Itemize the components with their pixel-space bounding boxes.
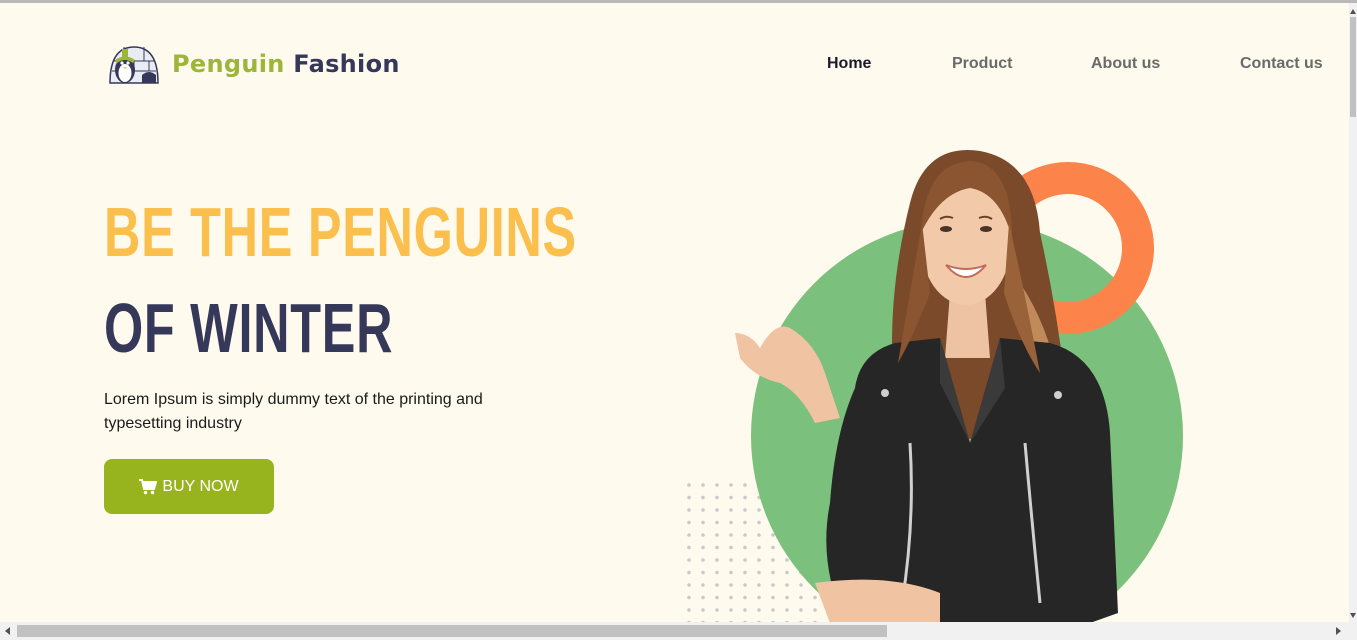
scroll-left-arrow-icon[interactable] bbox=[5, 627, 10, 635]
brand-name: Penguin Fashion bbox=[172, 50, 400, 78]
horizontal-scroll-thumb[interactable] bbox=[17, 625, 887, 637]
nav-home[interactable]: Home bbox=[827, 55, 871, 73]
scroll-down-arrow-icon[interactable] bbox=[1350, 613, 1356, 618]
hero-illustration bbox=[687, 150, 1183, 622]
brand-logo[interactable]: Penguin Fashion bbox=[104, 43, 400, 85]
scroll-right-arrow-icon[interactable] bbox=[1336, 627, 1341, 635]
nav-contact-us[interactable]: Contact us bbox=[1240, 55, 1323, 73]
vertical-scrollbar[interactable] bbox=[1349, 3, 1357, 622]
landing-page: Penguin Fashion Home Product About us Co… bbox=[0, 3, 1349, 622]
nav-product[interactable]: Product bbox=[952, 55, 1012, 73]
hero-description: Lorem Ipsum is simply dummy text of the … bbox=[104, 391, 483, 432]
brand-word-fashion: Fashion bbox=[293, 50, 400, 78]
nav-about-us[interactable]: About us bbox=[1091, 55, 1160, 73]
headline-line-2: OF WINTER bbox=[104, 289, 394, 367]
vertical-scroll-thumb[interactable] bbox=[1350, 17, 1356, 117]
brand-word-penguin: Penguin bbox=[172, 50, 285, 78]
horizontal-scrollbar[interactable] bbox=[0, 622, 1357, 640]
buy-now-label: BUY NOW bbox=[162, 477, 239, 495]
penguin-igloo-icon bbox=[109, 46, 159, 84]
scroll-up-arrow-icon[interactable] bbox=[1350, 9, 1356, 14]
headline-line-1: BE THE PENGUINS bbox=[104, 193, 577, 271]
buy-now-button[interactable]: BUY NOW bbox=[104, 459, 274, 514]
shopping-cart-icon bbox=[139, 478, 158, 494]
